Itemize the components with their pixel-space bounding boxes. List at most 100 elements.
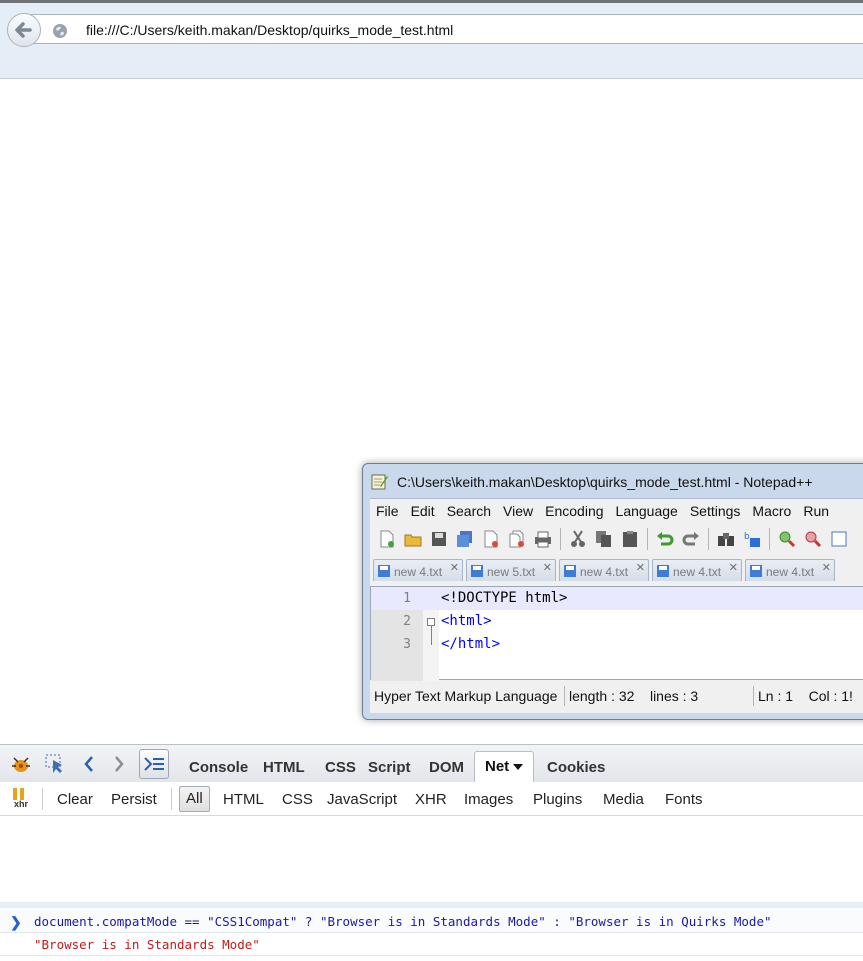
file-tab[interactable]: new 4.txt ✕	[559, 559, 649, 581]
binoculars-icon	[718, 533, 734, 546]
filter-plugins[interactable]: Plugins	[533, 791, 582, 808]
back-arrow-icon	[15, 22, 32, 38]
persist-button[interactable]: Persist	[111, 791, 157, 808]
tab-close-icon[interactable]: ✕	[543, 562, 552, 574]
inspect-button[interactable]	[44, 753, 66, 775]
menu-file[interactable]: File	[370, 503, 405, 519]
command-editor-button[interactable]	[139, 749, 169, 779]
toolbar-separator	[769, 528, 770, 550]
tab-cookies[interactable]: Cookies	[547, 759, 605, 776]
undo-button[interactable]	[654, 528, 676, 550]
save-button[interactable]	[428, 528, 450, 550]
menu-encoding[interactable]: Encoding	[539, 503, 609, 519]
fold-toggle-icon[interactable]	[427, 618, 435, 626]
replace-button[interactable]: b	[741, 528, 763, 550]
redo-button[interactable]	[680, 528, 702, 550]
filter-images[interactable]: Images	[464, 791, 513, 808]
file-tab-label: new 5.txt	[487, 565, 536, 579]
close-file-icon	[484, 530, 498, 548]
filter-all[interactable]: All	[179, 786, 210, 812]
cut-button[interactable]	[567, 528, 589, 550]
back-button[interactable]	[7, 13, 41, 47]
console-result-text: "Browser is in Standards Mode"	[34, 937, 260, 952]
status-length: length : 32	[569, 688, 635, 704]
firebug-menu-button[interactable]	[10, 753, 32, 775]
filter-xhr[interactable]: XHR	[415, 791, 447, 808]
fold-guide	[431, 626, 432, 645]
file-tab[interactable]: new 4.txt ✕	[745, 559, 835, 581]
menu-view[interactable]: View	[497, 503, 539, 519]
status-ln: Ln : 1	[758, 688, 794, 704]
code-line[interactable]: 1 <!DOCTYPE html>	[371, 587, 863, 610]
menu-edit[interactable]: Edit	[405, 503, 441, 519]
tab-close-icon[interactable]: ✕	[822, 562, 831, 574]
file-tab[interactable]: new 4.txt ✕	[652, 559, 742, 581]
code-line[interactable]: 2 <html>	[371, 610, 863, 633]
status-lines: lines : 3	[649, 688, 699, 704]
tab-html[interactable]: HTML	[263, 759, 305, 776]
menu-settings[interactable]: Settings	[684, 503, 747, 519]
print-button[interactable]	[532, 528, 554, 550]
code-editor[interactable]: 1 <!DOCTYPE html> 2 <html> 3 </html>	[370, 586, 863, 681]
close-all-icon	[509, 530, 524, 548]
tab-script[interactable]: Script	[368, 759, 411, 776]
console-command-row[interactable]: ❯ document.compatMode == "CSS1Compat" ? …	[0, 902, 863, 932]
close-button[interactable]	[480, 528, 502, 550]
replace-icon: b	[744, 532, 760, 547]
sync-scroll-button[interactable]	[828, 528, 850, 550]
code-text: <!DOCTYPE html>	[441, 590, 568, 606]
file-tab[interactable]: new 4.txt ✕	[373, 559, 463, 581]
tab-console[interactable]: Console	[189, 759, 248, 776]
printer-icon	[535, 531, 551, 548]
toolbar-separator	[560, 528, 561, 550]
copy-icon	[596, 531, 611, 547]
filter-html[interactable]: HTML	[223, 791, 264, 808]
net-panel-content: ❯ document.compatMode == "CSS1Compat" ? …	[0, 816, 863, 961]
save-all-button[interactable]	[454, 528, 476, 550]
new-file-button[interactable]	[376, 528, 398, 550]
status-language: Hyper Text Markup Language	[370, 686, 565, 706]
floppy-icon	[564, 565, 576, 577]
net-toolbar: xhr Clear Persist All HTML CSS JavaScrip…	[0, 782, 863, 816]
url-text[interactable]: file:///C:/Users/keith.makan/Desktop/qui…	[86, 22, 453, 38]
filter-media[interactable]: Media	[603, 791, 644, 808]
zoom-out-button[interactable]	[802, 528, 824, 550]
svg-text:b: b	[744, 532, 750, 542]
menu-run[interactable]: Run	[797, 503, 835, 519]
xhr-toggle-button[interactable]: xhr	[10, 788, 32, 810]
filter-fonts[interactable]: Fonts	[665, 791, 703, 808]
history-forward-button[interactable]	[108, 753, 130, 775]
file-tab[interactable]: new 5.txt ✕	[466, 559, 556, 581]
menu-language[interactable]: Language	[610, 503, 684, 519]
notepad-window[interactable]: C:\Users\keith.makan\Desktop\quirks_mode…	[362, 463, 863, 720]
open-folder-icon	[404, 534, 422, 547]
code-line[interactable]: 3 </html>	[371, 633, 863, 656]
zoom-in-button[interactable]	[776, 528, 798, 550]
menu-macro[interactable]: Macro	[746, 503, 797, 519]
history-back-button[interactable]	[78, 753, 100, 775]
zoom-out-icon	[805, 531, 822, 548]
copy-button[interactable]	[593, 528, 615, 550]
paste-button[interactable]	[619, 528, 641, 550]
close-all-button[interactable]	[506, 528, 528, 550]
file-tab-label: new 4.txt	[394, 565, 443, 579]
tab-net[interactable]: Net	[474, 751, 535, 783]
tab-close-icon[interactable]: ✕	[636, 562, 645, 574]
command-line-icon	[144, 757, 164, 771]
clear-button[interactable]: Clear	[57, 791, 93, 808]
open-file-button[interactable]	[402, 528, 424, 550]
tab-css[interactable]: CSS	[325, 759, 356, 776]
chevron-right-icon	[115, 756, 124, 772]
browser-toolbar: file:///C:/Users/keith.makan/Desktop/qui…	[0, 3, 863, 79]
filter-css[interactable]: CSS	[282, 791, 313, 808]
save-all-icon	[457, 531, 472, 547]
find-button[interactable]	[715, 528, 737, 550]
notepad-title: C:\Users\keith.makan\Desktop\quirks_mode…	[397, 474, 813, 490]
tab-close-icon[interactable]: ✕	[450, 562, 459, 574]
filter-javascript[interactable]: JavaScript	[327, 791, 397, 808]
tab-dom[interactable]: DOM	[429, 759, 464, 776]
tab-close-icon[interactable]: ✕	[729, 562, 738, 574]
floppy-icon	[750, 565, 762, 577]
window-icon	[831, 531, 847, 547]
menu-search[interactable]: Search	[441, 503, 497, 519]
